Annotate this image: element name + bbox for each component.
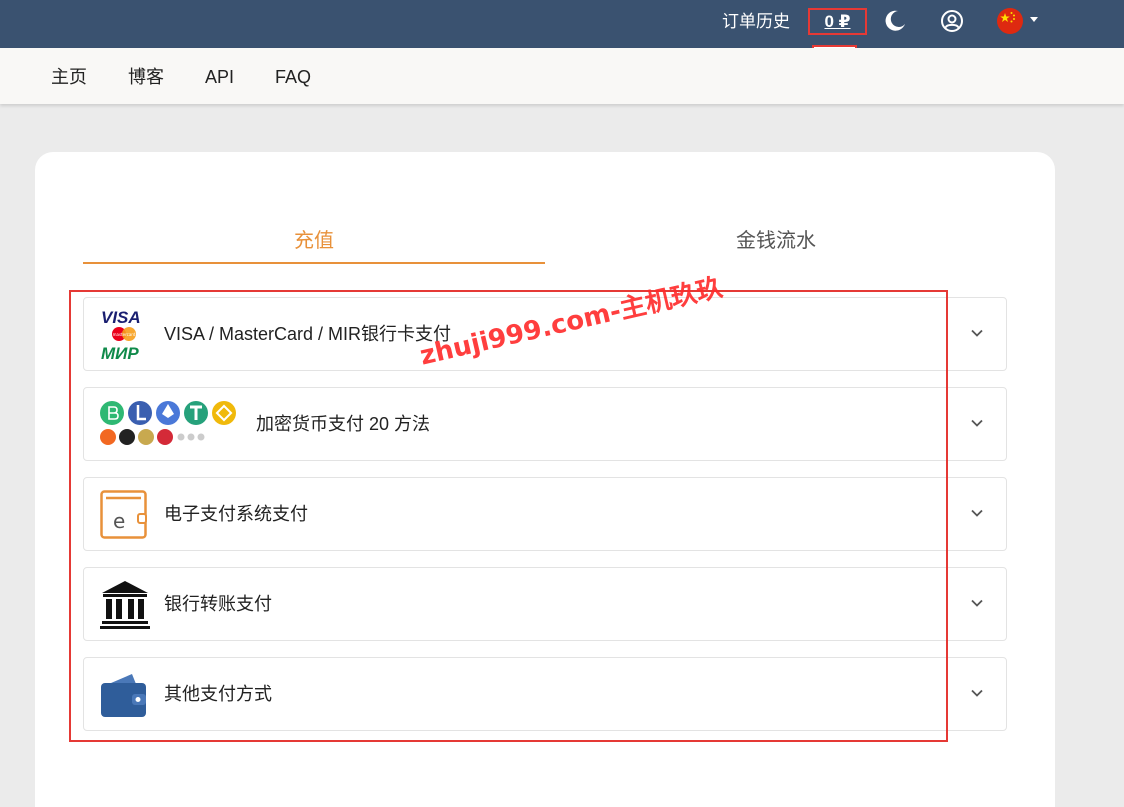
main-nav: 主页 博客 API FAQ <box>0 48 1124 104</box>
order-history-link[interactable]: 订单历史 <box>722 12 790 32</box>
chevron-down-icon[interactable] <box>970 416 984 430</box>
top-bar: 订单历史 0 ₽ <box>0 0 1124 48</box>
chevron-down-icon[interactable] <box>970 596 984 610</box>
balance-value: 0 ₽ <box>824 12 851 31</box>
nav-home[interactable]: 主页 <box>51 66 87 88</box>
balance-button[interactable]: 0 ₽ <box>808 8 867 35</box>
nav-api[interactable]: API <box>205 66 234 88</box>
nav-blog[interactable]: 博客 <box>128 66 164 88</box>
active-tab-indicator <box>83 262 545 264</box>
chevron-down-icon[interactable] <box>970 326 984 340</box>
chevron-down-icon[interactable] <box>970 506 984 520</box>
tab-money-flow[interactable]: 金钱流水 <box>545 228 1007 254</box>
moon-icon[interactable] <box>883 9 907 33</box>
tab-topup[interactable]: 充值 <box>83 228 545 254</box>
nav-faq[interactable]: FAQ <box>275 66 311 88</box>
chevron-down-icon[interactable] <box>970 686 984 700</box>
annotation-highlight-box <box>69 290 948 742</box>
china-flag-icon[interactable] <box>996 7 1024 35</box>
user-circle-icon[interactable] <box>940 9 964 33</box>
chevron-down-icon[interactable] <box>1030 17 1038 22</box>
